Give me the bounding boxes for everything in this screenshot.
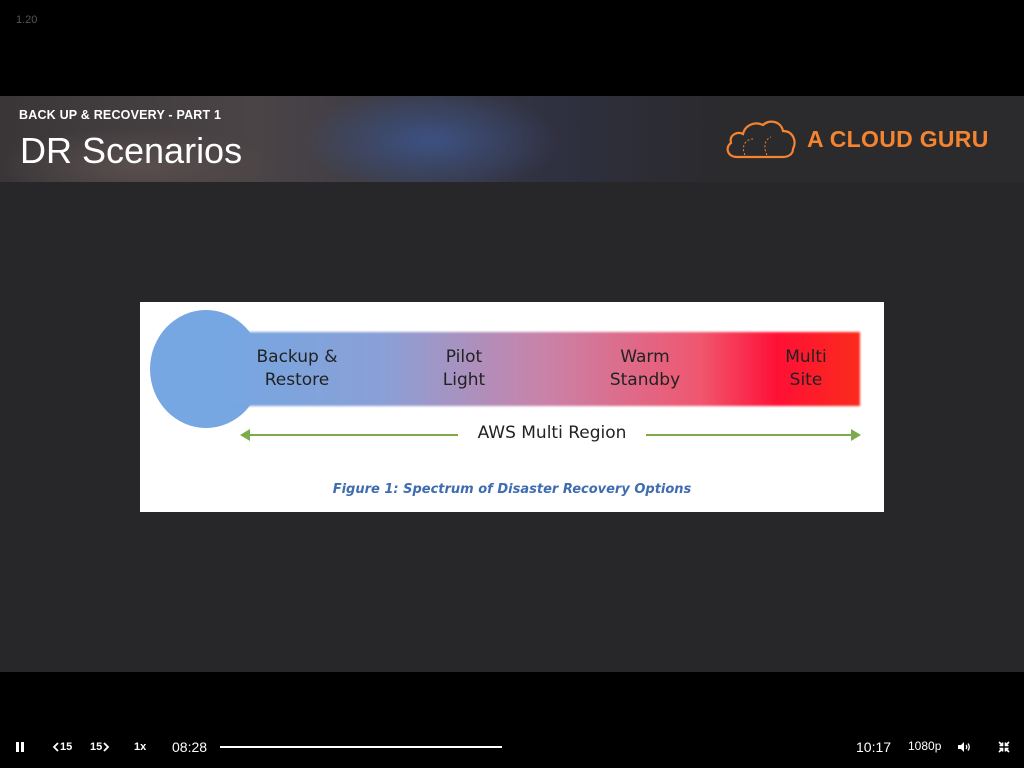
label-warm-standby: Warm Standby — [609, 347, 681, 390]
rewind-icon — [52, 742, 59, 752]
progress-bar[interactable] — [220, 746, 502, 748]
video-stage[interactable]: BACK UP & RECOVERY - PART 1 DR Scenarios… — [0, 96, 1024, 672]
brand-name: A CLOUD GURU — [807, 125, 989, 152]
slide-title: DR Scenarios — [20, 130, 243, 171]
region-label: AWS Multi Region — [477, 423, 627, 443]
current-time: 08:28 — [172, 739, 208, 755]
forward-icon — [103, 742, 110, 752]
slide-banner: BACK UP & RECOVERY - PART 1 DR Scenarios… — [0, 96, 1024, 182]
brand-logo: A CLOUD GURU — [723, 116, 989, 162]
version-label: 1.20 — [16, 14, 38, 26]
arrow-line-left — [248, 434, 458, 436]
volume-button[interactable] — [957, 730, 971, 764]
duration: 10:17 — [856, 739, 892, 755]
forward-15-button[interactable]: 15 — [90, 730, 110, 764]
slide-subtitle: BACK UP & RECOVERY - PART 1 — [19, 108, 222, 122]
speed-button[interactable]: 1x — [134, 730, 146, 764]
exit-fullscreen-button[interactable] — [998, 730, 1010, 764]
label-multi-site: Multi Site — [785, 347, 827, 390]
cloud-icon — [726, 120, 796, 159]
arrow-line-right — [646, 434, 853, 436]
pause-button[interactable] — [14, 730, 26, 764]
figure-caption: Figure 1: Spectrum of Disaster Recovery … — [332, 482, 692, 497]
rewind-15-button[interactable]: 15 — [52, 730, 72, 764]
label-backup-restore: Backup & Restore — [256, 347, 338, 390]
exit-fullscreen-icon — [998, 741, 1010, 753]
volume-icon — [958, 742, 970, 752]
quality-button[interactable]: 1080p — [908, 739, 941, 753]
player-controls: 15 15 1x 08:28 10:17 1080p — [0, 730, 1024, 764]
label-pilot-light: Pilot Light — [442, 347, 486, 390]
dr-spectrum-figure: Backup & Restore Pilot Light Warm Standb… — [140, 302, 884, 512]
pause-icon — [16, 742, 24, 752]
arrow-right-icon — [851, 429, 861, 441]
